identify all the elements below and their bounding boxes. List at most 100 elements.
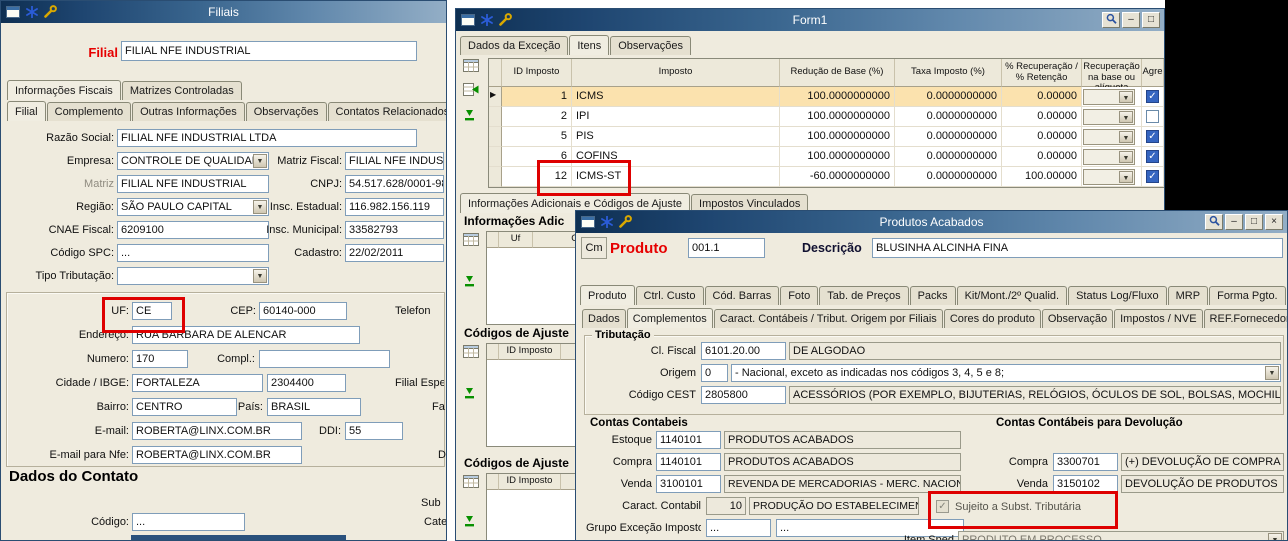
ddi-input[interactable]: 55 [345, 422, 403, 440]
grupo-excecao-input-1[interactable]: ... [706, 519, 771, 537]
cell-id[interactable]: 6 [502, 147, 572, 167]
recuperacao-base-combo[interactable]: ▼ [1083, 169, 1135, 185]
estoque-input[interactable]: 1140101 [656, 431, 721, 449]
endereco-input[interactable]: RUA BARBARA DE ALENCAR [132, 326, 360, 344]
cadastro-input[interactable]: 22/02/2011 [345, 244, 444, 262]
cnae-input[interactable]: 6209100 [117, 221, 269, 239]
col-header-uf[interactable]: Uf [499, 232, 533, 248]
insc-municipal-input[interactable]: 33582793 [345, 221, 444, 239]
tab-tab-de-precos[interactable]: Tab. de Preços [819, 286, 909, 305]
append-last-icon[interactable] [463, 387, 476, 405]
codigo-cest-input[interactable]: 2805800 [701, 386, 786, 404]
cell-id[interactable]: 1 [502, 87, 572, 107]
append-last-icon[interactable] [463, 275, 476, 293]
uf-input[interactable]: CE [132, 302, 172, 320]
cell-imposto[interactable]: ICMS [572, 87, 780, 107]
cell-imposto[interactable]: ICMS-ST [572, 167, 780, 187]
tab-impostos-nve[interactable]: Impostos / NVE [1114, 309, 1203, 328]
chevron-down-icon[interactable]: ▼ [1265, 366, 1279, 380]
cell-imposto[interactable]: PIS [572, 127, 780, 147]
recuperacao-base-combo[interactable]: ▼ [1083, 129, 1135, 145]
tab-observacoes[interactable]: Observações [610, 36, 692, 55]
empresa-combo[interactable]: CONTROLE DE QUALIDADE ▼ [117, 152, 269, 170]
filiais-titlebar[interactable]: Filiais [1, 1, 446, 23]
tab-informacoes-fiscais[interactable]: Informações Fiscais [7, 80, 121, 100]
tab-observacao[interactable]: Observação [1041, 309, 1114, 328]
append-last-icon[interactable] [463, 109, 476, 127]
cell-recuperacao[interactable]: 0.00000 [1002, 87, 1082, 107]
col-header-taxa[interactable]: Taxa Imposto (%) [895, 59, 1002, 87]
row-marker-cell[interactable] [489, 167, 502, 187]
ibge-input[interactable]: 2304400 [267, 374, 346, 392]
grid-tool-icon[interactable] [463, 233, 479, 251]
razao-social-input[interactable]: FILIAL NFE INDUSTRIAL LTDA [117, 129, 417, 147]
tab-mrp[interactable]: MRP [1167, 286, 1209, 305]
tab-observacoes[interactable]: Observações [245, 102, 327, 121]
tab-packs[interactable]: Packs [909, 286, 956, 305]
dev-compra-input[interactable]: 3300701 [1053, 453, 1118, 471]
tab-complemento[interactable]: Complemento [46, 102, 132, 121]
minimize-button[interactable]: – [1225, 214, 1243, 230]
tab-produto[interactable]: Produto [580, 285, 635, 305]
col-header-recuperacao-base[interactable]: % Recuperação na base ou alíquota [1082, 59, 1142, 93]
magnifier-button[interactable] [1205, 214, 1223, 230]
close-button[interactable]: × [1265, 214, 1283, 230]
chevron-down-icon[interactable]: ▼ [1268, 533, 1282, 540]
col-header-id-imposto[interactable]: ID Imposto [502, 59, 572, 87]
cell-taxa[interactable]: 0.0000000000 [895, 107, 1002, 127]
cell-recuperacao[interactable]: 0.00000 [1002, 127, 1082, 147]
cell-taxa[interactable]: 0.0000000000 [895, 147, 1002, 167]
produto-input[interactable]: 001.1 [688, 238, 765, 258]
email-nfe-input[interactable]: ROBERTA@LINX.COM.BR [132, 446, 302, 464]
tab-foto[interactable]: Foto [780, 286, 819, 305]
row-marker-cell[interactable] [489, 107, 502, 127]
chevron-down-icon[interactable]: ▼ [1119, 151, 1133, 163]
matriz-input[interactable]: FILIAL NFE INDUSTRIAL [117, 175, 269, 193]
magnifier-button[interactable] [1102, 12, 1120, 28]
cell-reducao[interactable]: 100.0000000000 [780, 107, 895, 127]
cell-id[interactable]: 12 [502, 167, 572, 187]
regiao-combo[interactable]: SÃO PAULO CAPITAL ▼ [117, 198, 269, 216]
filial-input[interactable]: FILIAL NFE INDUSTRIAL [121, 41, 417, 61]
insc-estadual-input[interactable]: 116.982.156.119 [345, 198, 444, 216]
caract-contabil-input[interactable]: 10 [706, 497, 746, 515]
compl-input[interactable] [259, 350, 390, 368]
cell-imposto[interactable]: COFINS [572, 147, 780, 167]
row-marker-cell[interactable] [489, 127, 502, 147]
row-marker-cell[interactable] [489, 147, 502, 167]
venda-input[interactable]: 3100101 [656, 475, 721, 493]
insert-row-icon[interactable] [463, 83, 479, 101]
item-sped-combo[interactable]: PRODUTO EM PROCESSO ▼ [958, 531, 1284, 540]
tab-dados-da-excecao[interactable]: Dados da Exceção [460, 36, 569, 55]
tab-complementos[interactable]: Complementos [626, 308, 713, 328]
agregar-checkbox[interactable]: ✓ [1146, 170, 1159, 183]
descricao-input[interactable]: BLUSINHA ALCINHA FINA [872, 238, 1283, 258]
tab-dados[interactable]: Dados [582, 309, 626, 328]
recuperacao-base-combo[interactable]: ▼ [1083, 109, 1135, 125]
cell-imposto[interactable]: IPI [572, 107, 780, 127]
codigo-spc-input[interactable]: ... [117, 244, 269, 262]
col-header-recuperacao[interactable]: % Recuperação / % Retenção [1002, 59, 1082, 87]
tab-kit-mont[interactable]: Kit/Mont./2º Qualid. [956, 286, 1068, 305]
cep-input[interactable]: 60140-000 [259, 302, 347, 320]
chevron-down-icon[interactable]: ▼ [253, 269, 267, 283]
append-last-icon[interactable] [463, 515, 476, 533]
cell-reducao[interactable]: 100.0000000000 [780, 87, 895, 107]
cell-id[interactable]: 5 [502, 127, 572, 147]
chevron-down-icon[interactable]: ▼ [1119, 171, 1133, 183]
cm-button[interactable]: Cm [581, 237, 607, 259]
tab-ref-fornecedor[interactable]: REF.Fornecedor [1203, 309, 1287, 328]
codigo-input[interactable]: ... [132, 513, 245, 531]
cell-taxa[interactable]: 0.0000000000 [895, 167, 1002, 187]
origem-input[interactable]: 0 [701, 364, 728, 382]
recuperacao-base-combo[interactable]: ▼ [1083, 149, 1135, 165]
cell-taxa[interactable]: 0.0000000000 [895, 87, 1002, 107]
maximize-button[interactable]: □ [1142, 12, 1160, 28]
tab-cod-barras[interactable]: Cód. Barras [704, 286, 780, 305]
cell-reducao[interactable]: 100.0000000000 [780, 127, 895, 147]
grid-tool-icon[interactable] [463, 59, 479, 77]
cell-recuperacao[interactable]: 0.00000 [1002, 147, 1082, 167]
tab-outras-informacoes[interactable]: Outras Informações [132, 102, 245, 121]
numero-input[interactable]: 170 [132, 350, 188, 368]
email-input[interactable]: ROBERTA@LINX.COM.BR [132, 422, 302, 440]
